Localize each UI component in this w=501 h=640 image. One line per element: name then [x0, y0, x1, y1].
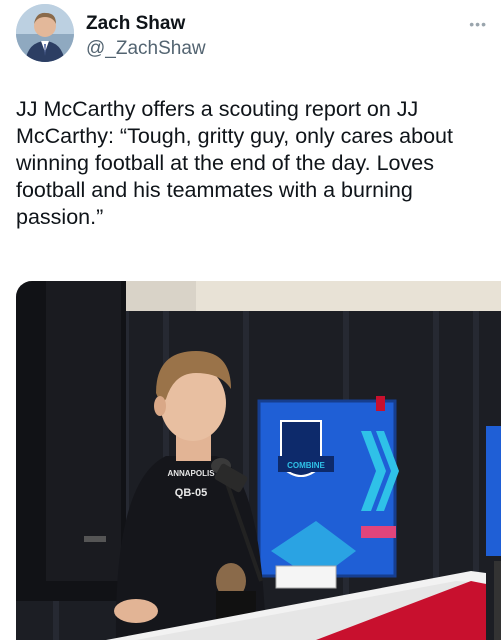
- shirt-text-top: ANNAPOLIS: [167, 469, 215, 478]
- combine-banner-text: COMBINE: [287, 461, 325, 470]
- avatar[interactable]: [16, 4, 74, 62]
- tweet-photo[interactable]: COMBINE ANNAPOLIS QB-05: [16, 281, 501, 640]
- author-handle[interactable]: @_ZachShaw: [86, 38, 206, 60]
- tweet-text: JJ McCarthy offers a scouting report on …: [16, 97, 453, 229]
- shirt-text-bottom: QB-05: [175, 487, 207, 499]
- tweet-header: Zach Shaw @_ZachShaw •••: [16, 4, 501, 66]
- author-name[interactable]: Zach Shaw: [86, 13, 185, 35]
- more-dots-icon[interactable]: •••: [469, 16, 487, 32]
